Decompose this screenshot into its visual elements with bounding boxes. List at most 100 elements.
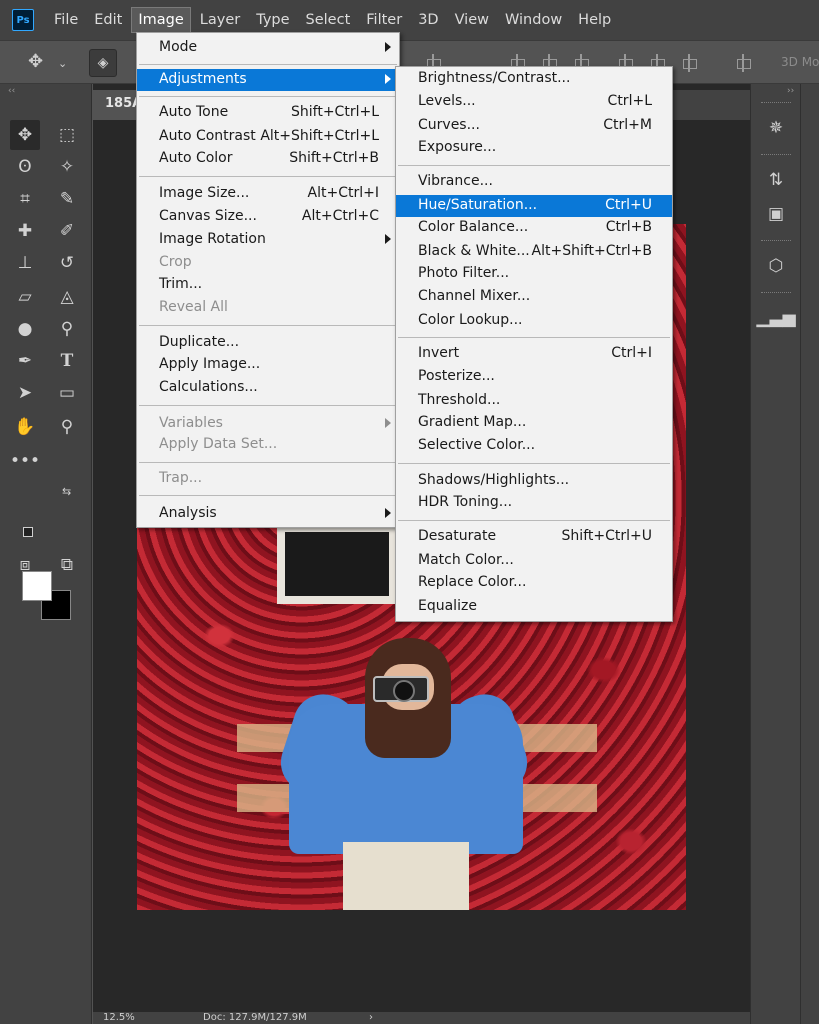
menu-window[interactable]: Window	[499, 8, 568, 32]
menu-item-black-white[interactable]: Black & White... Alt+Shift+Ctrl+B	[396, 241, 672, 263]
menu-item-replace-color[interactable]: Replace Color...	[396, 572, 672, 594]
tool-preset-chevron-icon[interactable]: ⌄	[58, 57, 67, 70]
screen-mode-icon[interactable]: ⧉	[52, 550, 82, 580]
collapse-icon[interactable]: ‹‹	[8, 86, 15, 96]
menu-item-image-size[interactable]: Image Size... Alt+Ctrl+I	[137, 183, 399, 205]
zoom-level[interactable]: 12.5%	[103, 1012, 135, 1023]
menu-item-desaturate[interactable]: Desaturate Shift+Ctrl+U	[396, 526, 672, 548]
status-menu-chevron-icon[interactable]: ›	[369, 1012, 373, 1023]
menu-item-vibrance[interactable]: Vibrance...	[396, 171, 672, 193]
lasso-tool-icon[interactable]: ʘ	[10, 152, 40, 182]
blur-tool-icon[interactable]: ●	[10, 314, 40, 344]
menu-bar: Ps File Edit Image Layer Type Select Fil…	[0, 0, 819, 40]
submenu-arrow-icon	[385, 74, 391, 84]
menu-item-brightness-contrast[interactable]: Brightness/Contrast...	[396, 68, 672, 90]
menu-file[interactable]: File	[48, 8, 84, 32]
menu-item-adjustments[interactable]: Adjustments	[137, 69, 399, 91]
brush-tool-icon[interactable]: ✐	[52, 216, 82, 246]
panel-grip[interactable]	[761, 240, 791, 242]
rectangle-tool-icon[interactable]: ▭	[52, 378, 82, 408]
crop-tool-icon[interactable]: ⌗	[10, 184, 40, 214]
menu-item-duplicate[interactable]: Duplicate...	[137, 332, 399, 354]
menu-type[interactable]: Type	[250, 8, 295, 32]
menu-separator	[139, 462, 397, 463]
panel-grip[interactable]	[761, 154, 791, 156]
auto-select-layers-icon[interactable]: ◈	[89, 49, 117, 77]
menu-item-color-balance[interactable]: Color Balance... Ctrl+B	[396, 217, 672, 239]
menu-view[interactable]: View	[449, 8, 495, 32]
menu-item-auto-contrast[interactable]: Auto Contrast Alt+Shift+Ctrl+L	[137, 126, 399, 148]
menu-3d[interactable]: 3D	[412, 8, 444, 32]
menu-item-trim[interactable]: Trim...	[137, 274, 399, 296]
paint-bucket-tool-icon[interactable]: ◬	[52, 282, 82, 312]
path-selection-tool-icon[interactable]: ➤	[10, 378, 40, 408]
menu-filter[interactable]: Filter	[360, 8, 408, 32]
menu-item-posterize[interactable]: Posterize...	[396, 366, 672, 388]
history-icon[interactable]: ⇅	[764, 168, 788, 192]
foreground-color-swatch[interactable]	[22, 571, 52, 601]
menu-item-analysis[interactable]: Analysis	[137, 503, 399, 525]
more-tools-icon[interactable]: •••	[10, 446, 40, 476]
menu-item-invert[interactable]: Invert Ctrl+I	[396, 343, 672, 365]
marquee-tool-icon[interactable]: ⬚	[52, 120, 82, 150]
menu-edit[interactable]: Edit	[88, 8, 128, 32]
menu-item-hdr-toning[interactable]: HDR Toning...	[396, 492, 672, 514]
menu-separator	[139, 64, 397, 65]
menu-item-channel-mixer[interactable]: Channel Mixer...	[396, 286, 672, 308]
menu-item-variables[interactable]: Variables	[137, 413, 399, 435]
distribute-icon[interactable]	[680, 54, 698, 72]
move-tool-icon[interactable]: ✥	[10, 120, 40, 150]
healing-brush-tool-icon[interactable]: ✚	[10, 216, 40, 246]
menu-item-color-lookup[interactable]: Color Lookup...	[396, 310, 672, 332]
eraser-tool-icon[interactable]: ▱	[10, 282, 40, 312]
menu-item-auto-color[interactable]: Auto Color Shift+Ctrl+B	[137, 148, 399, 170]
default-colors-icon[interactable]	[23, 527, 33, 537]
menu-item-canvas-size[interactable]: Canvas Size... Alt+Ctrl+C	[137, 206, 399, 228]
menu-item-curves[interactable]: Curves... Ctrl+M	[396, 115, 672, 137]
menu-item-exposure[interactable]: Exposure...	[396, 137, 672, 159]
pen-tool-icon[interactable]: ✒	[10, 346, 40, 376]
swap-colors-icon[interactable]: ⇆	[62, 485, 71, 498]
menu-item-hue-saturation[interactable]: Hue/Saturation... Ctrl+U	[396, 195, 672, 217]
submenu-arrow-icon	[385, 234, 391, 244]
menu-layer[interactable]: Layer	[194, 8, 246, 32]
menu-item-trap[interactable]: Trap...	[137, 468, 399, 490]
menu-item-apply-image[interactable]: Apply Image...	[137, 354, 399, 376]
collapse-icon[interactable]: ››	[787, 86, 794, 96]
menu-item-equalize[interactable]: Equalize	[396, 596, 672, 618]
3d-cube-icon[interactable]: ⬡	[764, 254, 788, 278]
menu-item-calculations[interactable]: Calculations...	[137, 377, 399, 399]
panel-grip[interactable]	[761, 292, 791, 294]
type-tool-icon[interactable]: T	[52, 346, 82, 376]
menu-item-threshold[interactable]: Threshold...	[396, 390, 672, 412]
menu-item-photo-filter[interactable]: Photo Filter...	[396, 263, 672, 285]
hand-tool-icon[interactable]: ✋	[10, 412, 40, 442]
zoom-tool-icon[interactable]: ⚲	[52, 412, 82, 442]
history-brush-tool-icon[interactable]: ↺	[52, 248, 82, 278]
menu-image[interactable]: Image	[131, 7, 191, 33]
menu-select[interactable]: Select	[300, 8, 357, 32]
menu-item-mode[interactable]: Mode	[137, 37, 399, 59]
menu-item-levels[interactable]: Levels... Ctrl+L	[396, 91, 672, 113]
menu-item-auto-tone[interactable]: Auto Tone Shift+Ctrl+L	[137, 102, 399, 124]
distribute-spacing-icon[interactable]	[734, 54, 752, 72]
menu-item-selective-color[interactable]: Selective Color...	[396, 435, 672, 457]
menu-item-shadows-highlights[interactable]: Shadows/Highlights...	[396, 470, 672, 492]
histogram-icon[interactable]: ▁▃▅	[756, 306, 795, 330]
menu-item-reveal-all[interactable]: Reveal All	[137, 297, 399, 319]
panel-grip[interactable]	[761, 102, 791, 104]
menu-item-apply-data-set[interactable]: Apply Data Set...	[137, 434, 399, 456]
menu-item-image-rotation[interactable]: Image Rotation	[137, 229, 399, 251]
move-tool-icon[interactable]: ✥	[28, 51, 43, 72]
dodge-tool-icon[interactable]: ⚲	[52, 314, 82, 344]
menu-help[interactable]: Help	[572, 8, 617, 32]
menu-item-crop[interactable]: Crop	[137, 252, 399, 274]
magic-wand-tool-icon[interactable]: ✧	[52, 152, 82, 182]
properties-icon[interactable]: ▣	[764, 202, 788, 226]
menu-item-match-color[interactable]: Match Color...	[396, 550, 672, 572]
clone-stamp-tool-icon[interactable]: ⊥	[10, 248, 40, 278]
navigator-icon[interactable]: ✵	[764, 116, 788, 140]
menu-item-gradient-map[interactable]: Gradient Map...	[396, 412, 672, 434]
menu-separator	[398, 463, 670, 464]
eyedropper-tool-icon[interactable]: ✎	[52, 184, 82, 214]
